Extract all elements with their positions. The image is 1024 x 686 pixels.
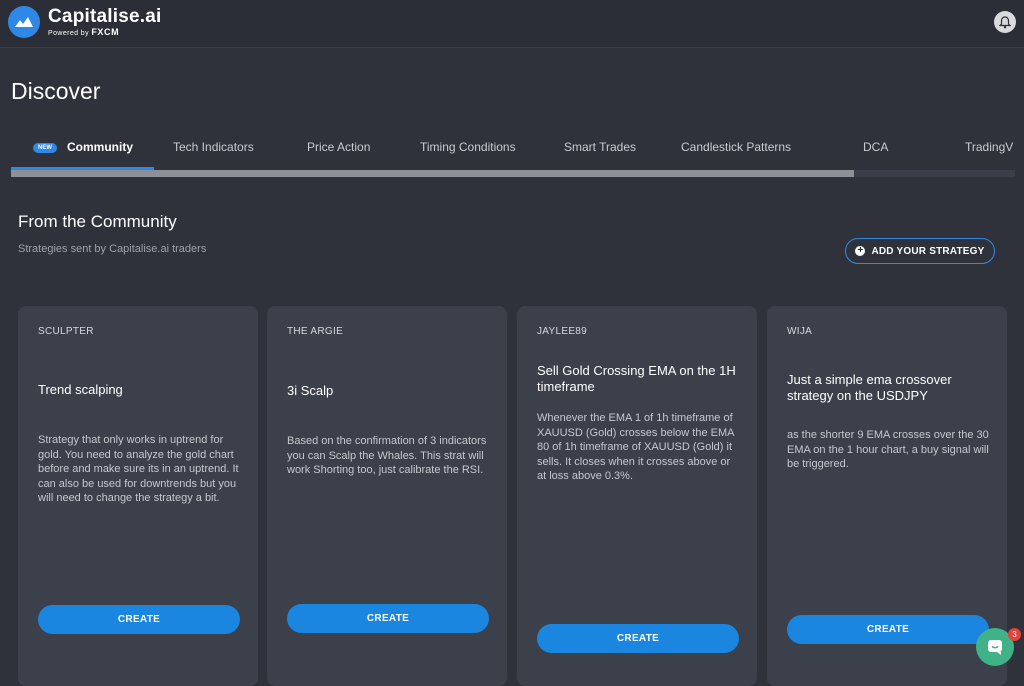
tab-tech-indicators[interactable]: Tech Indicators <box>173 140 254 154</box>
add-your-strategy-button[interactable]: + ADD YOUR STRATEGY <box>845 238 995 264</box>
create-button[interactable]: CREATE <box>537 624 739 653</box>
capitalise-logo-icon <box>8 6 40 38</box>
card-description: Based on the confirmation of 3 indicator… <box>287 435 487 476</box>
create-button[interactable]: CREATE <box>38 605 240 634</box>
create-button[interactable]: CREATE <box>287 604 489 633</box>
add-strategy-label: ADD YOUR STRATEGY <box>871 245 985 257</box>
top-bar: Capitalise.ai Powered by FXCM <box>0 0 1024 48</box>
unread-count-badge: 3 <box>1008 628 1021 641</box>
tab-tradingview[interactable]: TradingV <box>965 140 1013 154</box>
card-description: Strategy that only works in uptrend for … <box>38 434 239 504</box>
card-title: Sell Gold Crossing EMA on the 1H timefra… <box>537 363 736 394</box>
new-badge: NEW <box>33 143 57 153</box>
category-tabs: NEW Community Tech Indicators Price Actio… <box>11 128 1015 178</box>
brand-logo[interactable]: Capitalise.ai Powered by FXCM <box>8 6 161 38</box>
tab-price-action[interactable]: Price Action <box>307 140 370 154</box>
partner-name: FXCM <box>91 27 120 37</box>
card-author: JAYLEE89 <box>537 326 588 337</box>
strategy-card: JAYLEE89 Sell Gold Crossing EMA on the 1… <box>517 306 757 686</box>
section-title: From the Community <box>18 212 177 231</box>
tab-timing-conditions[interactable]: Timing Conditions <box>420 140 516 154</box>
tab-candlestick-patterns[interactable]: Candlestick Patterns <box>681 140 791 154</box>
tabs-scrollbar-thumb[interactable] <box>11 170 854 177</box>
bell-icon[interactable] <box>994 11 1016 33</box>
strategy-card: WIJA Just a simple ema crossover strateg… <box>767 306 1007 686</box>
plus-circle-icon: + <box>855 245 866 256</box>
create-button[interactable]: CREATE <box>787 615 989 644</box>
powered-by-text: Powered by <box>48 30 89 37</box>
card-title: 3i Scalp <box>287 383 334 398</box>
card-description: as the shorter 9 EMA crosses over the 30… <box>787 429 989 470</box>
page-title: Discover <box>11 78 101 104</box>
section-subtitle: Strategies sent by Capitalise.ai traders <box>18 243 207 255</box>
card-author: SCULPTER <box>38 326 94 337</box>
card-description: Whenever the EMA 1 of 1h timeframe of XA… <box>537 412 734 482</box>
tab-dca[interactable]: DCA <box>863 140 888 154</box>
card-title: Trend scalping <box>38 382 123 397</box>
brand-name: Capitalise.ai <box>48 6 162 27</box>
strategy-card: THE ARGIE 3i Scalp Based on the confirma… <box>267 306 507 686</box>
brand-tagline: Powered by FXCM <box>48 27 161 38</box>
card-author: WIJA <box>787 326 813 337</box>
tab-label: Community <box>67 140 133 154</box>
card-title: Just a simple ema crossover strategy on … <box>787 372 952 403</box>
strategy-card: SCULPTER Trend scalping Strategy that on… <box>18 306 258 686</box>
card-author: THE ARGIE <box>287 326 344 337</box>
tab-community[interactable]: NEW Community <box>33 140 133 154</box>
tab-smart-trades[interactable]: Smart Trades <box>564 140 636 154</box>
